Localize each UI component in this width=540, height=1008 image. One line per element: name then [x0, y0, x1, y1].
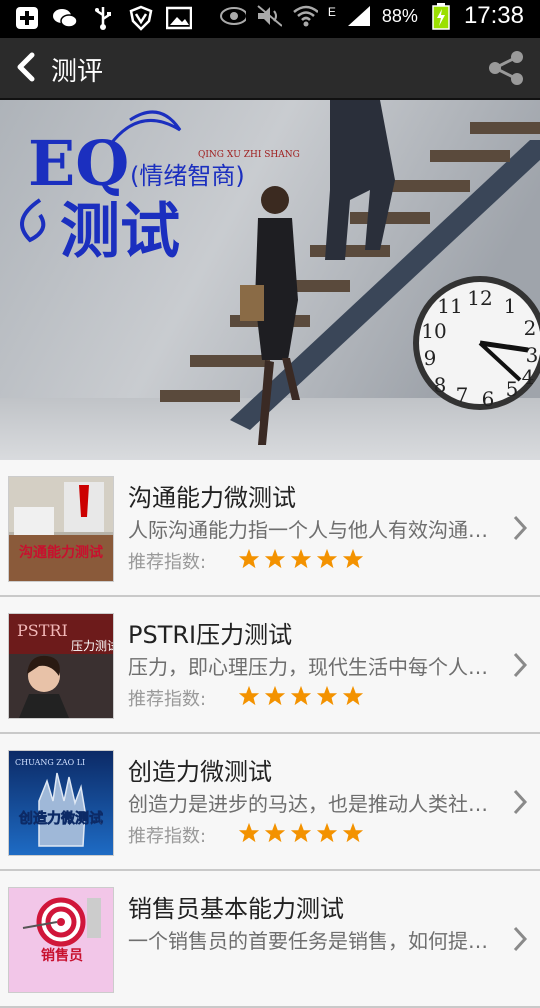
mute-icon — [256, 3, 282, 29]
rating-label: 推荐指数: — [128, 826, 207, 847]
thumb-text: 沟通能力测试 — [19, 544, 103, 561]
rating-label: 推荐指数: — [128, 689, 207, 710]
list-item[interactable]: PSTRI 压力测试 PSTRI压力测试 压力，即心理压力，现代生活中每个人都会… — [0, 597, 540, 734]
clock: 17:38 — [463, 2, 524, 29]
banner-pinyin: QING XU ZHI SHANG — [198, 150, 300, 160]
list-item[interactable]: 销售员 销售员基本能力测试 一个销售员的首要任务是销售，如何提升能力 — [0, 871, 540, 1008]
star-icon — [316, 822, 338, 843]
star-icon — [264, 685, 286, 706]
star-icon — [264, 548, 286, 569]
chevron-right-icon — [513, 652, 528, 678]
shield-icon — [128, 5, 154, 31]
chevron-right-icon — [513, 515, 528, 541]
chevron-right-icon — [513, 789, 528, 815]
svg-text:12: 12 — [467, 286, 492, 310]
status-bar: E 88% 17:38 — [0, 0, 540, 38]
banner-illustration: 12 12 31110 98 7 654 EQ QING XU ZHI SHANG … — [0, 100, 540, 460]
status-left-icons — [14, 5, 192, 31]
item-title: 沟通能力微测试 — [128, 484, 296, 512]
list-item[interactable]: 沟通能力测试 沟通能力微测试 人际沟通能力指一个人与他人有效沟通信息的能力 推荐… — [0, 460, 540, 597]
svg-text:10: 10 — [421, 319, 446, 343]
thumbnail-communication: 沟通能力测试 — [8, 476, 114, 582]
svg-text:3: 3 — [526, 343, 539, 367]
thumbnail-sales: 销售员 — [8, 887, 114, 993]
svg-text:7: 7 — [456, 383, 469, 407]
item-title: PSTRI压力测试 — [128, 621, 293, 649]
item-description: 一个销售员的首要任务是销售，如何提升能力 — [128, 929, 496, 953]
wechat-icon — [52, 5, 78, 31]
page-title: 测评 — [51, 57, 104, 87]
star-icon — [342, 685, 364, 706]
thumb-top: CHUANG ZAO LI — [15, 758, 85, 767]
thumbnail-pstri: PSTRI 压力测试 — [8, 613, 114, 719]
star-rating — [238, 822, 364, 844]
star-icon — [238, 548, 260, 569]
svg-text:8: 8 — [434, 373, 447, 397]
svg-text:6: 6 — [482, 387, 495, 411]
eye-icon — [219, 3, 246, 29]
add-icon — [14, 5, 40, 31]
svg-text:9: 9 — [424, 346, 437, 370]
star-icon — [342, 822, 364, 843]
svg-text:5: 5 — [506, 377, 519, 401]
star-icon — [316, 548, 338, 569]
usb-icon — [90, 5, 116, 31]
thumbnail-creativity: CHUANG ZAO LI 创造力微测试 — [8, 750, 114, 856]
star-icon — [342, 548, 364, 569]
thumb-text: 压力测试 — [71, 638, 113, 653]
network-type: E — [327, 5, 336, 19]
status-right-icons: E 88% 17:38 — [219, 2, 524, 30]
svg-text:2: 2 — [524, 316, 537, 340]
svg-text:1: 1 — [504, 294, 517, 318]
item-description: 人际沟通能力指一个人与他人有效沟通信息的能力 — [128, 518, 496, 542]
svg-text:11: 11 — [437, 294, 462, 318]
banner-subtitle: (情绪智商) — [130, 162, 245, 190]
item-description: 创造力是进步的马达，也是推动人类社会前进的动力 — [128, 792, 496, 816]
share-icon[interactable] — [486, 49, 526, 87]
star-icon — [238, 685, 260, 706]
thumb-brand: PSTRI — [17, 621, 68, 640]
rating-label: 推荐指数: — [128, 552, 207, 573]
battery-icon — [428, 3, 454, 30]
signal-icon — [346, 3, 372, 29]
star-icon — [290, 548, 312, 569]
wifi-icon — [292, 3, 318, 29]
item-title: 创造力微测试 — [128, 758, 272, 786]
image-icon — [166, 5, 192, 31]
back-arrow-icon[interactable] — [12, 51, 40, 83]
item-description: 压力，即心理压力，现代生活中每个人都会面临 — [128, 655, 496, 679]
list-item[interactable]: CHUANG ZAO LI 创造力微测试 创造力微测试 创造力是进步的马达，也是… — [0, 734, 540, 871]
star-icon — [264, 822, 286, 843]
svg-text:4: 4 — [522, 365, 535, 389]
banner-test-title: 测试 — [60, 197, 180, 267]
battery-percent: 88% — [381, 5, 418, 26]
chevron-right-icon — [513, 926, 528, 952]
thumb-text: 销售员 — [41, 947, 83, 964]
star-rating — [238, 685, 364, 707]
test-list: 沟通能力测试 沟通能力微测试 人际沟通能力指一个人与他人有效沟通信息的能力 推荐… — [0, 460, 540, 1008]
title-bar: 测评 — [0, 38, 540, 100]
star-rating — [238, 548, 364, 570]
item-title: 销售员基本能力测试 — [128, 895, 344, 923]
banner-image[interactable]: 12 1 2 3 11 10 987 654 EQ QING XU ZHI SHANG … — [0, 100, 540, 460]
star-icon — [290, 822, 312, 843]
thumb-text: 创造力微测试 — [18, 810, 103, 827]
star-icon — [290, 685, 312, 706]
star-icon — [238, 822, 260, 843]
star-icon — [316, 685, 338, 706]
